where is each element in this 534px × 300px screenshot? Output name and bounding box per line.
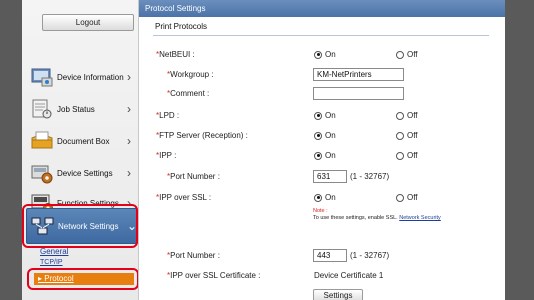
ftp-label: *FTP Server (Reception) : (156, 131, 248, 140)
radio-selected-icon (314, 50, 322, 59)
radio-label: On (325, 111, 336, 120)
page-title: Protocol Settings (139, 0, 505, 17)
device-settings-icon (31, 165, 53, 184)
ipp-port-input[interactable]: 631 (313, 170, 347, 183)
radio-label: On (325, 50, 336, 59)
radio-label: Off (407, 131, 418, 140)
netbeui-label-text: NetBEUI : (159, 50, 195, 59)
section-title: Print Protocols (153, 22, 489, 36)
sidebar: Logout Device Information › Job Status › (22, 0, 139, 300)
ipp-port-label-text: Port Number : (170, 172, 220, 181)
netbeui-off-radio[interactable]: Off (396, 50, 418, 59)
ipp-ssl-off-radio[interactable]: Off (396, 193, 418, 202)
workgroup-input[interactable]: KM-NetPrinters (313, 68, 404, 81)
radio-label: On (325, 131, 336, 140)
radio-label: On (325, 151, 336, 160)
comment-label: *Comment : (167, 89, 209, 98)
note-heading: Note : (313, 208, 328, 214)
ipp-ssl-label-text: IPP over SSL : (159, 193, 212, 202)
ipp-port-label: *Port Number : (167, 172, 220, 181)
ipp-label: *IPP : (156, 151, 176, 160)
radio-selected-icon (314, 131, 322, 140)
job-status-icon (32, 99, 52, 119)
radio-unselected-icon (396, 50, 404, 59)
ssl-note: Note : To use these settings, enable SSL… (313, 208, 441, 222)
ssl-cert-label-text: IPP over SSL Certificate : (170, 271, 261, 280)
submenu-tcpip-link[interactable]: TCP/IP (40, 259, 63, 266)
ftp-on-radio[interactable]: On (314, 131, 336, 140)
radio-label: Off (407, 111, 418, 120)
submenu-general-link[interactable]: General (40, 247, 68, 256)
radio-selected-icon (314, 193, 322, 202)
radio-label: On (325, 193, 336, 202)
highlight-ring-network-settings (22, 204, 138, 248)
ipp-label-text: IPP : (159, 151, 177, 160)
ssl-port-range: (1 - 32767) (350, 251, 390, 260)
ftp-off-radio[interactable]: Off (396, 131, 418, 140)
ssl-cert-label: *IPP over SSL Certificate : (167, 271, 260, 280)
logout-button[interactable]: Logout (42, 14, 134, 31)
workgroup-label-text: Workgroup : (170, 70, 214, 79)
ssl-port-label-text: Port Number : (170, 251, 220, 260)
radio-selected-icon (314, 151, 322, 160)
radio-label: Off (407, 50, 418, 59)
note-body: To use these settings, enable SSL. Netwo… (313, 215, 441, 222)
sidebar-item-label: Device Information (57, 72, 124, 82)
radio-selected-icon (314, 111, 322, 120)
radio-unselected-icon (396, 111, 404, 120)
note-text: To use these settings, enable SSL. (313, 215, 398, 221)
main-panel: Protocol Settings Print Protocols *NetBE… (139, 0, 505, 300)
lpd-off-radio[interactable]: Off (396, 111, 418, 120)
sidebar-item-job-status[interactable]: Job Status › (30, 96, 134, 122)
radio-unselected-icon (396, 131, 404, 140)
radio-label: Off (407, 151, 418, 160)
sidebar-item-label: Job Status (57, 104, 95, 114)
document-box-icon (31, 131, 53, 149)
ssl-port-label: *Port Number : (167, 251, 220, 260)
ipp-port-range: (1 - 32767) (350, 172, 390, 181)
ftp-label-text: FTP Server (Reception) : (159, 131, 248, 140)
lpd-on-radio[interactable]: On (314, 111, 336, 120)
radio-unselected-icon (396, 193, 404, 202)
sidebar-item-document-box[interactable]: Document Box › (30, 128, 134, 154)
ipp-ssl-on-radio[interactable]: On (314, 193, 336, 202)
chevron-right-icon: › (127, 166, 131, 180)
netbeui-label: *NetBEUI : (156, 50, 195, 59)
radio-label: Off (407, 193, 418, 202)
comment-input[interactable] (313, 87, 404, 100)
comment-label-text: Comment : (170, 89, 210, 98)
device-info-icon (31, 68, 53, 87)
radio-unselected-icon (396, 151, 404, 160)
network-security-link[interactable]: Network Security (399, 215, 441, 221)
sidebar-item-device-settings[interactable]: Device Settings › (30, 160, 134, 186)
ssl-cert-value: Device Certificate 1 (314, 271, 384, 280)
sidebar-item-device-information[interactable]: Device Information › (30, 64, 134, 90)
settings-button[interactable]: Settings (313, 289, 363, 300)
window-frame-right (505, 0, 534, 300)
ipp-off-radio[interactable]: Off (396, 151, 418, 160)
lpd-label: *LPD : (156, 111, 179, 120)
highlight-ring-protocol (27, 268, 138, 290)
sidebar-item-label: Document Box (57, 136, 110, 146)
chevron-right-icon: › (127, 70, 131, 84)
ssl-port-input[interactable]: 443 (313, 249, 347, 262)
window-frame-left (0, 0, 22, 300)
workgroup-label: *Workgroup : (167, 70, 214, 79)
sidebar-item-label: Device Settings (57, 168, 113, 178)
ipp-on-radio[interactable]: On (314, 151, 336, 160)
lpd-label-text: LPD : (159, 111, 180, 120)
chevron-right-icon: › (127, 102, 131, 116)
ipp-ssl-label: *IPP over SSL : (156, 193, 211, 202)
netbeui-on-radio[interactable]: On (314, 50, 336, 59)
chevron-right-icon: › (127, 134, 131, 148)
